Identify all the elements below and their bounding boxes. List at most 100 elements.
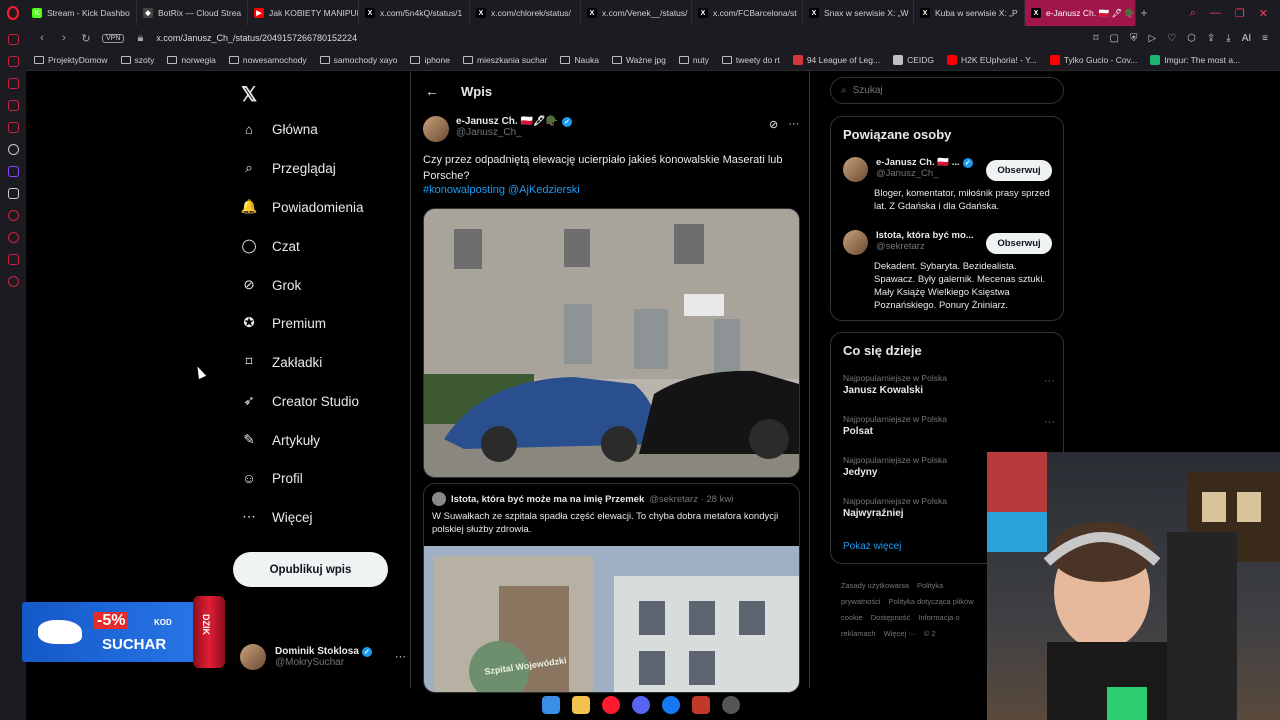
nav-item-chat[interactable]: ◯ Czat bbox=[240, 237, 299, 255]
back-arrow-icon[interactable]: ← bbox=[425, 83, 439, 99]
shield-app-icon[interactable] bbox=[692, 696, 710, 714]
nav-item-article[interactable]: ✎ Artykuły bbox=[240, 431, 320, 449]
forward-icon[interactable]: › bbox=[58, 32, 70, 44]
search-tabs-icon[interactable]: ⌕ bbox=[1190, 7, 1196, 20]
clock-icon[interactable] bbox=[7, 232, 19, 243]
bookmark-item[interactable]: CEIDG bbox=[893, 55, 934, 65]
trend-item[interactable]: Najpopularniejsze w Polska Janusz Kowalsk… bbox=[843, 373, 947, 396]
author-avatar[interactable] bbox=[423, 116, 449, 142]
history-icon[interactable] bbox=[7, 34, 19, 45]
nav-item-profile[interactable]: ☺ Profil bbox=[240, 469, 303, 487]
file-explorer-icon[interactable] bbox=[572, 696, 590, 714]
author-name[interactable]: e-Janusz Ch. 🇵🇱🖋🪖 bbox=[456, 116, 558, 127]
nav-item-more[interactable]: ⋯ Więcej bbox=[240, 508, 312, 526]
tweet-more-icon[interactable]: ··· bbox=[788, 118, 799, 131]
heart-icon[interactable]: ♡ bbox=[1167, 33, 1176, 44]
browser-tab[interactable]: Xx.com/FCBarcelona/st bbox=[692, 0, 803, 26]
opera-taskbar-icon[interactable] bbox=[602, 696, 620, 714]
trend-item[interactable]: Najpopularniejsze w Polska Polsat bbox=[843, 414, 947, 437]
shield-icon[interactable]: ⛨ bbox=[1130, 33, 1138, 44]
footer-link[interactable]: Więcej ··· bbox=[884, 629, 916, 638]
browser-tab[interactable]: Xe-Janusz Ch. 🇵🇱 🖋 🪖 w s✕ bbox=[1025, 0, 1136, 26]
bookmark-item[interactable]: Ważne jpg bbox=[611, 55, 666, 65]
browser-tab[interactable]: Xx.com/chlorek/status/ bbox=[470, 0, 581, 26]
extensions-icon[interactable]: ⬡ bbox=[1187, 33, 1196, 44]
trend-more-icon[interactable]: ··· bbox=[1044, 375, 1055, 387]
vpn-badge[interactable]: VPN bbox=[102, 33, 125, 43]
tweet-photo[interactable] bbox=[423, 208, 800, 478]
share-icon[interactable]: ⇪ bbox=[1207, 33, 1215, 44]
bookmark-item[interactable]: mieszkania suchar bbox=[463, 55, 547, 65]
browser-tab[interactable]: ◆ BotRix — Cloud Strea bbox=[137, 0, 248, 26]
grok-explain-icon[interactable]: ⊘ bbox=[769, 118, 778, 131]
nav-item-bookmark[interactable]: ⌑ Zakładki bbox=[240, 353, 323, 371]
obs-icon[interactable] bbox=[722, 696, 740, 714]
chatgpt-icon[interactable] bbox=[7, 144, 19, 155]
facebook-icon[interactable] bbox=[662, 696, 680, 714]
account-switcher[interactable]: Dominik Stoklosa ✓ @MokrySuchar ··· bbox=[240, 644, 406, 670]
bookmark-item[interactable]: nowesamochody bbox=[228, 55, 307, 65]
bookmark-item[interactable]: 94 League of Leg... bbox=[792, 55, 880, 65]
browser-tab[interactable]: X Snax w serwisie X: „W bbox=[803, 0, 914, 26]
bookmark-item[interactable]: ProjektyDomow bbox=[34, 55, 108, 65]
avatar[interactable] bbox=[843, 157, 868, 182]
bookmark-item[interactable]: iphone bbox=[410, 55, 450, 65]
account-more-icon[interactable]: ··· bbox=[395, 651, 406, 663]
nav-item-grok[interactable]: ⊘ Grok bbox=[240, 276, 301, 294]
sidebar-app-icon[interactable] bbox=[7, 56, 19, 67]
footer-link[interactable]: Zasady użytkowania bbox=[841, 581, 909, 590]
browser-tab[interactable]: ▶ Jak KOBIETY MANIPUL bbox=[248, 0, 359, 26]
new-tab-button[interactable]: + bbox=[1136, 6, 1152, 20]
nav-item-premium[interactable]: ✪ Premium bbox=[240, 314, 326, 332]
bookmark-item[interactable]: norwegia bbox=[167, 55, 216, 65]
footer-link[interactable]: © 2 bbox=[924, 629, 936, 638]
author-handle[interactable]: @Janusz_Ch_ bbox=[456, 127, 572, 138]
play-icon[interactable]: ▷ bbox=[1148, 33, 1156, 44]
footer-link[interactable]: Dostępność bbox=[871, 613, 911, 622]
bookmark-item[interactable]: Tylko Gucio - Cov... bbox=[1049, 55, 1137, 65]
post-button[interactable]: Opublikuj wpis bbox=[233, 552, 388, 587]
menu-icon[interactable]: ≡ bbox=[1262, 33, 1268, 44]
close-window-icon[interactable]: ✕ bbox=[1259, 7, 1268, 20]
settings-icon[interactable] bbox=[7, 276, 19, 287]
maximize-icon[interactable]: ❐ bbox=[1235, 7, 1245, 20]
aria-icon[interactable] bbox=[7, 78, 19, 89]
trend-item[interactable]: Najpopularniejsze w Polska Najwyraźniej bbox=[843, 496, 947, 519]
browser-tab[interactable]: Xx.com/5n4kQ/status/1 bbox=[359, 0, 470, 26]
quoted-tweet[interactable]: Istota, która być może ma na imię Przeme… bbox=[423, 483, 800, 693]
windows-start-icon[interactable] bbox=[542, 696, 560, 714]
bookmark-item[interactable]: H2K EUphoria! - Y... bbox=[947, 55, 1037, 65]
pinboard-icon[interactable] bbox=[7, 254, 19, 265]
avatar[interactable] bbox=[843, 230, 868, 255]
bookmark-item[interactable]: samochody xayo bbox=[319, 55, 397, 65]
ai-button[interactable]: AI bbox=[1242, 33, 1251, 44]
bookmark-item[interactable]: nuty bbox=[678, 55, 709, 65]
person-name[interactable]: Istota, która być mo... bbox=[876, 230, 974, 241]
browser-tab[interactable]: K Stream - Kick Dashbo bbox=[26, 0, 137, 26]
x-logo-icon[interactable]: 𝕏 bbox=[241, 82, 257, 107]
show-more-link[interactable]: Pokaż więcej bbox=[843, 541, 901, 552]
nav-item-rocket[interactable]: ➶ Creator Studio bbox=[240, 392, 359, 410]
instagram-icon[interactable] bbox=[7, 122, 19, 133]
quote-photo[interactable]: Szpital Wojewódzki bbox=[424, 546, 799, 692]
snapshot-icon[interactable]: ▢ bbox=[1110, 33, 1119, 44]
messenger-icon[interactable] bbox=[7, 100, 19, 111]
bookmark-item[interactable]: szoty bbox=[120, 55, 154, 65]
reload-icon[interactable]: ↻ bbox=[80, 32, 92, 45]
nav-item-bell[interactable]: 🔔 Powiadomienia bbox=[240, 198, 364, 216]
search-input[interactable]: ⌕ Szukaj bbox=[830, 77, 1064, 104]
browser-tab[interactable]: X Kuba w serwisie X: „P bbox=[914, 0, 1025, 26]
browser-tab[interactable]: Xx.com/Venek__/status/ bbox=[581, 0, 692, 26]
tweet-hashtags[interactable]: #konowalposting @AjKedzierski bbox=[423, 184, 580, 196]
bookmark-item[interactable]: Nauka bbox=[560, 55, 599, 65]
trend-item[interactable]: Najpopularniejsze w Polska Jedyny bbox=[843, 455, 947, 478]
player-icon[interactable] bbox=[7, 210, 19, 221]
minimize-icon[interactable]: — bbox=[1210, 7, 1221, 20]
url-field[interactable]: x.com/Janusz_Ch_/status/2049157266780152… bbox=[156, 33, 357, 43]
person-name[interactable]: e-Janusz Ch. 🇵🇱 ... bbox=[876, 157, 960, 168]
discord-icon[interactable] bbox=[632, 696, 650, 714]
bookmark-page-icon[interactable]: ⌑ bbox=[1093, 33, 1098, 44]
download-icon[interactable]: ⤓ bbox=[1226, 33, 1230, 44]
twitch-icon[interactable] bbox=[7, 166, 19, 177]
bookmark-item[interactable]: tweety do rt bbox=[721, 55, 780, 65]
